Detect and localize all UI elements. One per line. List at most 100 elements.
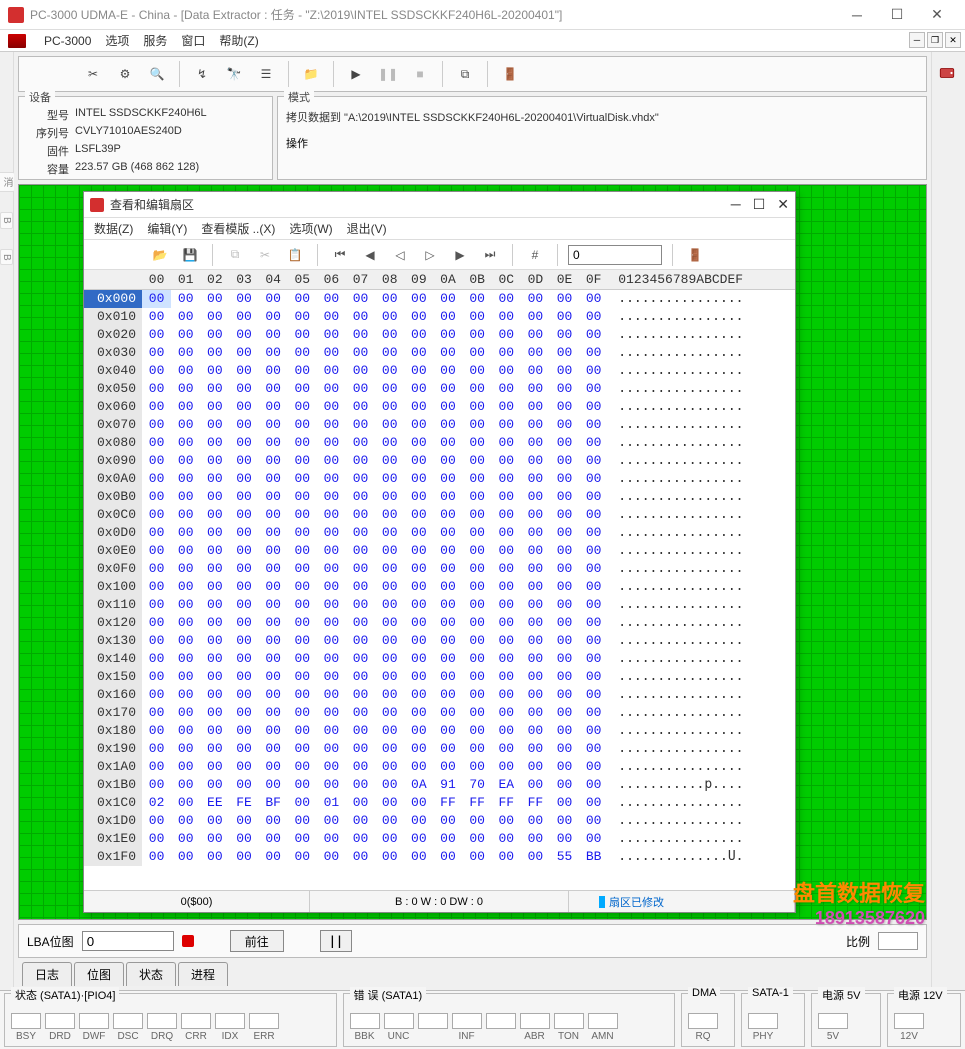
stop-icon[interactable]: ■ [406, 60, 434, 88]
last-icon[interactable]: ⏭ [478, 243, 502, 267]
offset-input[interactable] [568, 245, 662, 265]
hex-row[interactable]: 0x06000000000000000000000000000000000...… [84, 398, 795, 416]
tab-bitmap[interactable]: 位图 [74, 962, 124, 986]
hex-row[interactable]: 0x07000000000000000000000000000000000...… [84, 416, 795, 434]
tab-log[interactable]: 日志 [22, 962, 72, 986]
binoculars-icon[interactable]: 🔭 [220, 60, 248, 88]
hex-row[interactable]: 0x0F000000000000000000000000000000000...… [84, 560, 795, 578]
hex-row[interactable]: 0x0D000000000000000000000000000000000...… [84, 524, 795, 542]
hex-row[interactable]: 0x19000000000000000000000000000000000...… [84, 740, 795, 758]
hex-row[interactable]: 0x1A000000000000000000000000000000000...… [84, 758, 795, 776]
hex-row[interactable]: 0x1C00200EEFEBF0001000000FFFFFFFF0000...… [84, 794, 795, 812]
hex-row[interactable]: 0x16000000000000000000000000000000000...… [84, 686, 795, 704]
mode-legend: 模式 [284, 89, 314, 105]
left-tab-2[interactable]: B [0, 212, 13, 229]
pause-icon[interactable]: ❚❚ [374, 60, 402, 88]
hex-table[interactable]: 000102030405060708090A0B0C0D0E0F01234567… [84, 270, 795, 866]
copy-icon[interactable]: ⧉ [223, 243, 247, 267]
tools-icon[interactable]: ✂ [79, 60, 107, 88]
route-icon[interactable]: ↯ [188, 60, 216, 88]
folder-icon[interactable]: 📁 [297, 60, 325, 88]
mdi-close-button[interactable]: ✕ [945, 32, 961, 48]
hex-row[interactable]: 0x0E000000000000000000000000000000000...… [84, 542, 795, 560]
hex-row[interactable]: 0x05000000000000000000000000000000000...… [84, 380, 795, 398]
hex-menu-edit[interactable]: 编辑(Y) [147, 220, 187, 237]
hex-row[interactable]: 0x02000000000000000000000000000000000...… [84, 326, 795, 344]
mdi-restore-button[interactable]: ❐ [927, 32, 943, 48]
hex-row[interactable]: 0x0A000000000000000000000000000000000...… [84, 470, 795, 488]
menu-app[interactable]: PC-3000 [44, 34, 91, 48]
hex-row[interactable]: 0x03000000000000000000000000000000000...… [84, 344, 795, 362]
open-icon[interactable]: 📂 [148, 243, 172, 267]
hex-close-button[interactable]: ✕ [777, 196, 789, 213]
hex-row[interactable]: 0x0B000000000000000000000000000000000...… [84, 488, 795, 506]
left-tab-1[interactable]: 消 [0, 172, 15, 192]
next-icon[interactable]: ▶ [448, 243, 472, 267]
hex-menu-data[interactable]: 数据(Z) [94, 220, 133, 237]
sector-map[interactable]: 查看和编辑扇区 ─ ☐ ✕ 数据(Z) 编辑(Y) 查看模版 ..(X) 选项(… [18, 184, 927, 920]
go-button[interactable]: 前往 [230, 930, 284, 952]
menu-options[interactable]: 选项 [105, 32, 129, 49]
hex-row[interactable]: 0x17000000000000000000000000000000000...… [84, 704, 795, 722]
zoom-icon[interactable]: 🔍 [143, 60, 171, 88]
save-icon[interactable]: 💾 [178, 243, 202, 267]
left-rail: 消 B B [0, 52, 14, 990]
hex-row[interactable]: 0x00000000000000000000000000000000000...… [84, 290, 795, 308]
device-capacity: 223.57 GB (468 862 128) [75, 161, 264, 177]
device-firmware: LSFL39P [75, 143, 264, 159]
hex-menu-template[interactable]: 查看模版 ..(X) [201, 220, 275, 237]
hex-row[interactable]: 0x0C000000000000000000000000000000000...… [84, 506, 795, 524]
hex-row[interactable]: 0x11000000000000000000000000000000000...… [84, 596, 795, 614]
hex-row[interactable]: 0x04000000000000000000000000000000000...… [84, 362, 795, 380]
exit-icon[interactable]: 🚪 [496, 60, 524, 88]
hex-row[interactable]: 0x1D000000000000000000000000000000000...… [84, 812, 795, 830]
mdi-minimize-button[interactable]: ─ [909, 32, 925, 48]
bottom-status-bar: 状态 (SATA1)·[PIO4] BSYDRDDWFDSCDRQCRRIDXE… [0, 990, 965, 1049]
minimize-button[interactable]: ─ [837, 1, 877, 29]
menu-help[interactable]: 帮助(Z) [219, 32, 258, 49]
status-cell: IDX [215, 1013, 245, 1042]
paste-icon[interactable]: 📋 [283, 243, 307, 267]
menu-services[interactable]: 服务 [143, 32, 167, 49]
hex-minimize-button[interactable]: ─ [731, 196, 741, 213]
tab-process[interactable]: 进程 [178, 962, 228, 986]
hex-maximize-button[interactable]: ☐ [753, 196, 766, 213]
cut-icon[interactable]: ✂ [253, 243, 277, 267]
hex-row[interactable]: 0x01000000000000000000000000000000000...… [84, 308, 795, 326]
device-serial: CVLY71010AES240D [75, 125, 264, 141]
hex-row[interactable]: 0x09000000000000000000000000000000000...… [84, 452, 795, 470]
maximize-button[interactable]: ☐ [877, 1, 917, 29]
hex-menu-exit[interactable]: 退出(V) [347, 220, 387, 237]
pause-button[interactable]: || [320, 930, 352, 952]
left-tab-3[interactable]: B [0, 249, 13, 266]
hex-row[interactable]: 0x15000000000000000000000000000000000...… [84, 668, 795, 686]
hex-row[interactable]: 0x13000000000000000000000000000000000...… [84, 632, 795, 650]
copy-toolbar-icon[interactable]: ⧉ [451, 60, 479, 88]
prev-icon[interactable]: ◀ [358, 243, 382, 267]
hex-row[interactable]: 0x08000000000000000000000000000000000...… [84, 434, 795, 452]
hex-row[interactable]: 0x10000000000000000000000000000000000...… [84, 578, 795, 596]
prev2-icon[interactable]: ◁ [388, 243, 412, 267]
list-icon[interactable]: ☰ [252, 60, 280, 88]
menu-window[interactable]: 窗口 [181, 32, 205, 49]
settings-toolbar-icon[interactable]: ⚙ [111, 60, 139, 88]
hex-row[interactable]: 0x14000000000000000000000000000000000...… [84, 650, 795, 668]
drive-icon[interactable] [938, 64, 960, 86]
hex-row[interactable]: 0x1B00000000000000000000A9170EA000000...… [84, 776, 795, 794]
hex-exit-icon[interactable]: 🚪 [683, 243, 707, 267]
play-icon[interactable]: ▶ [342, 60, 370, 88]
record-icon[interactable] [182, 935, 194, 947]
tab-state[interactable]: 状态 [126, 962, 176, 986]
hex-menu-options[interactable]: 选项(W) [289, 220, 332, 237]
close-button[interactable]: ✕ [917, 1, 957, 29]
hex-row[interactable]: 0x1E000000000000000000000000000000000...… [84, 830, 795, 848]
grid-icon[interactable]: # [523, 243, 547, 267]
hex-row[interactable]: 0x1F0000000000000000000000000000055BB...… [84, 848, 795, 866]
lba-input[interactable] [82, 931, 174, 951]
hex-row[interactable]: 0x12000000000000000000000000000000000...… [84, 614, 795, 632]
next2-icon[interactable]: ▷ [418, 243, 442, 267]
status-cell [418, 1013, 448, 1042]
hex-status-offset: 0($00) [84, 891, 310, 912]
hex-row[interactable]: 0x18000000000000000000000000000000000...… [84, 722, 795, 740]
first-icon[interactable]: ⏮ [328, 243, 352, 267]
